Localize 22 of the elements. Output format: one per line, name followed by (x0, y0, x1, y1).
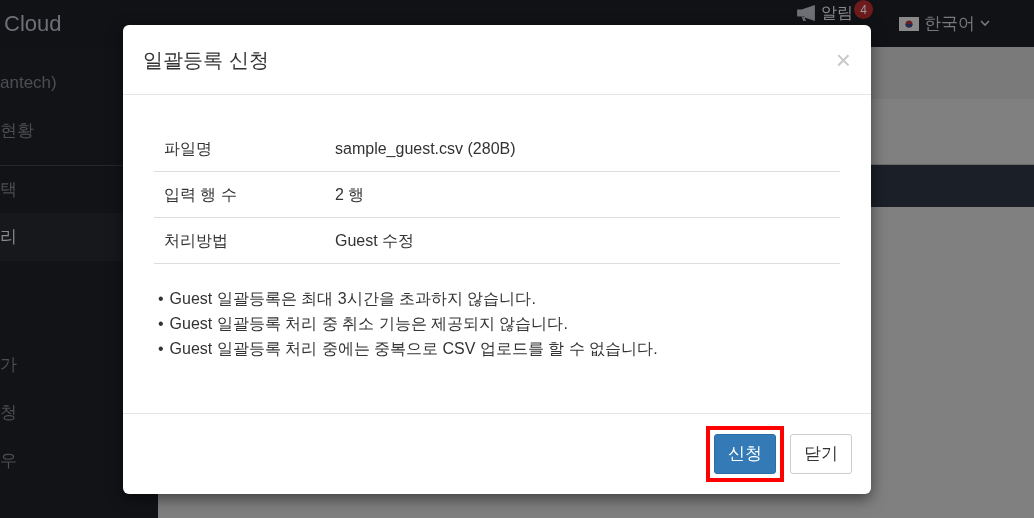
megaphone-icon (797, 5, 815, 21)
bullet: • (158, 339, 164, 359)
table-cell-text: Guest 수정 (335, 230, 415, 251)
chevron-down-icon (980, 20, 990, 27)
table-cell-text: 2 행 (335, 184, 365, 205)
table-cell-text: sample_guest.csv (280B) (335, 138, 516, 159)
submit-button[interactable]: 신청 (714, 434, 776, 474)
table-cell-text: 처리방법 (163, 230, 229, 251)
note-text: Guest 일괄등록 처리 중에는 중복으로 CSV 업로드를 할 수 없습니다. (169, 339, 658, 359)
bullet: • (158, 289, 164, 309)
brand-name: Cloud (4, 10, 62, 38)
note-text: Guest 일괄등록은 최대 3시간을 초과하지 않습니다. (169, 289, 536, 309)
notification-count-badge: 4 (854, 0, 873, 19)
table-cell-text: 입력 행 수 (163, 184, 238, 205)
close-button[interactable]: × (835, 46, 851, 73)
table-cell-text: 파일명 (163, 138, 213, 159)
dialog-title: 일괄등록 신청 (143, 47, 269, 73)
flag-icon (899, 16, 919, 31)
language-dropdown[interactable]: 한국어 (899, 10, 990, 37)
close-dialog-button[interactable]: 닫기 (790, 434, 852, 474)
note-text: Guest 일괄등록 처리 중 취소 기능은 제공되지 않습니다. (169, 314, 568, 334)
bullet: • (158, 314, 164, 334)
